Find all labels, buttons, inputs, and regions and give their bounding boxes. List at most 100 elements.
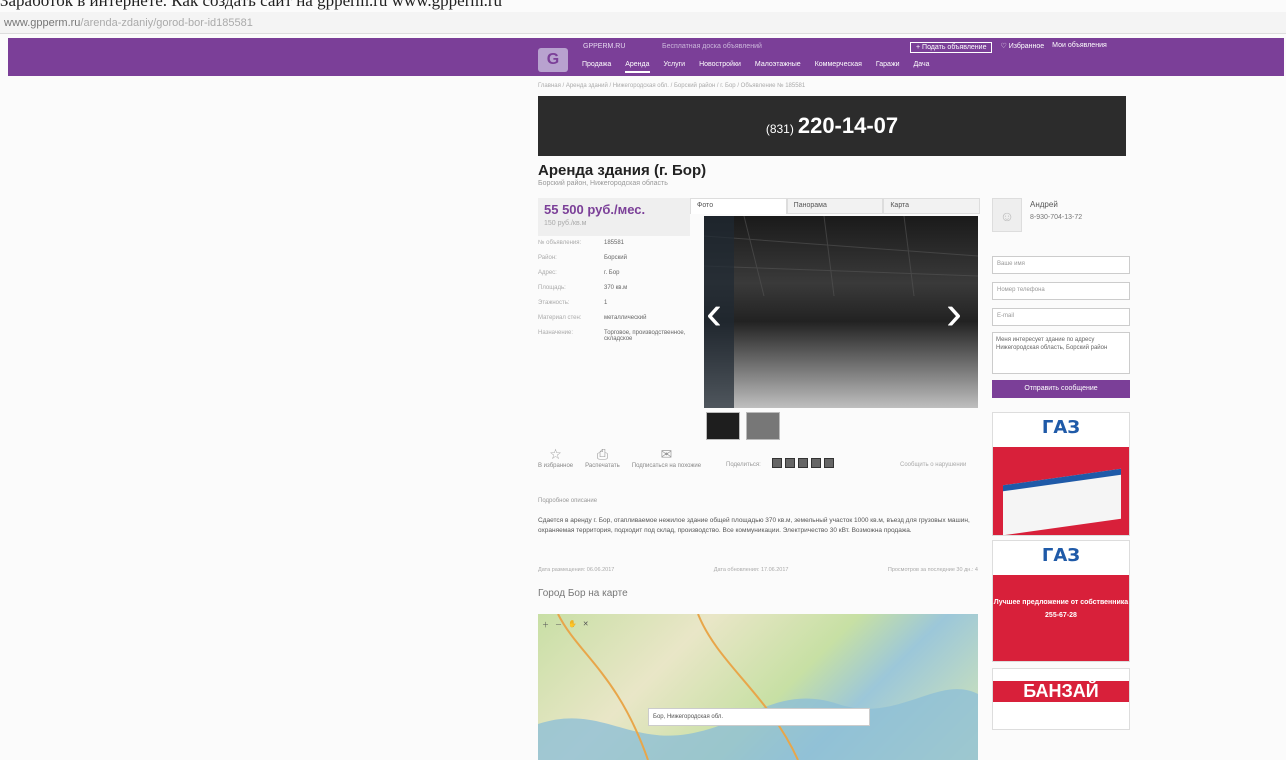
send-message-button[interactable]: Отправить сообщение [992, 380, 1130, 398]
brand-tagline: Бесплатная доска объявлений [662, 43, 762, 50]
spec-key: Назначение: [538, 330, 574, 336]
posted-date: Дата размещения: 06.06.2017 [538, 567, 615, 573]
menu-item[interactable]: Гаражи [876, 61, 900, 73]
photo-thumbnail[interactable] [706, 412, 740, 440]
zoom-out-icon[interactable]: － [555, 620, 562, 630]
spec-value: г. Бор [604, 270, 620, 276]
url-host: www.gpperm.ru [4, 17, 81, 29]
star-icon: ☆ [549, 446, 562, 462]
header-actions: + Подать объявление ♡ Избранное Мои объя… [910, 42, 1107, 53]
menu-item-active[interactable]: Аренда [625, 61, 650, 73]
contact-phone[interactable]: 8-930-704-13-72 [1030, 214, 1082, 221]
media-tabs: Фото Панорама Карта [690, 198, 981, 214]
main-menu: Продажа Аренда Услуги Новостройки Малоэт… [582, 61, 930, 73]
phone-field[interactable]: Номер телефона [992, 282, 1130, 300]
spec-value: 1 [604, 300, 608, 306]
phone-number: 220-14-07 [797, 113, 899, 138]
tab-photo[interactable]: Фото [690, 198, 787, 214]
map-view[interactable] [538, 614, 978, 760]
share-label: Поделиться: [726, 462, 761, 468]
envelope-icon: ✉ [660, 446, 673, 462]
spec-value: Торговое, производственное, складское [604, 330, 686, 342]
warehouse-photo-illustration [704, 216, 978, 408]
hand-icon[interactable]: ✋ [568, 620, 577, 630]
social-share-icon[interactable] [772, 458, 782, 468]
spec-key: Район: [538, 255, 557, 261]
gaz-logo: ГАЗ [1041, 417, 1081, 438]
gaz-banner-ad[interactable]: ГАЗ [992, 412, 1130, 536]
post-ad-button[interactable]: + Подать объявление [910, 42, 993, 53]
print-action[interactable]: ⎙ Распечатать [585, 446, 620, 469]
spec-list: № объявления: 185581 Район: Борский Адрес:… [538, 240, 688, 351]
subscribe-action[interactable]: ✉ Подписаться на похожие [632, 446, 701, 469]
brand-name: GPPERM.RU [583, 43, 626, 50]
map-illustration [538, 614, 978, 760]
tab-map[interactable]: Карта [883, 198, 981, 214]
phone-banner[interactable]: (831) 220-14-07 [538, 96, 1126, 156]
favorite-action[interactable]: ☆ В избранное [538, 446, 573, 469]
person-icon: ☺ [992, 198, 1022, 232]
site-logo[interactable]: G [538, 48, 568, 72]
menu-item[interactable]: Дача [914, 61, 930, 73]
photo-thumbnail[interactable] [746, 412, 780, 440]
menu-item[interactable]: Коммерческая [815, 61, 862, 73]
social-share-icon[interactable] [824, 458, 834, 468]
banzai-ad[interactable]: БАНЗАЙ [992, 668, 1130, 730]
close-icon[interactable]: ✕ [583, 620, 589, 630]
updated-date: Дата обновления: 17.06.2017 [713, 567, 789, 573]
menu-item[interactable]: Малоэтажные [755, 61, 801, 73]
my-ads-link[interactable]: Мои объявления [1052, 42, 1107, 53]
next-photo-icon[interactable]: › [946, 290, 962, 338]
menu-item[interactable]: Продажа [582, 61, 611, 73]
menu-item[interactable]: Услуги [664, 61, 686, 73]
description-heading: Подробное описание [538, 498, 598, 504]
spec-value: 185581 [604, 240, 625, 246]
spec-row: Район: Борский [538, 255, 688, 261]
price-per-sqm: 150 руб./кв.м [544, 220, 587, 227]
zoom-in-icon[interactable]: ＋ [542, 620, 549, 630]
spec-key: Этажность: [538, 300, 570, 306]
ad-offer-phone: 255-67-28 [1045, 612, 1077, 619]
ad-offer-text: Лучшее предложение от собственника [993, 599, 1129, 606]
spec-row: Адрес: г. Бор [538, 270, 688, 276]
banzai-logo: БАНЗАЙ [993, 681, 1129, 702]
listing-photo[interactable] [704, 216, 978, 408]
spec-value: металлический [604, 315, 647, 321]
email-field[interactable]: E-mail [992, 308, 1130, 326]
spec-row: Материал стен: металлический [538, 315, 688, 321]
spec-value: Борский [604, 255, 627, 261]
truck-graphic [1003, 468, 1121, 535]
gaz-offer-ad[interactable]: ГАЗ Лучшее предложение от собственника 2… [992, 540, 1130, 662]
listing-price: 55 500 руб./мес. [544, 202, 646, 217]
spec-key: Площадь: [538, 285, 566, 291]
ad-red-panel: Лучшее предложение от собственника 255-6… [993, 575, 1129, 661]
listing-actions: ☆ В избранное ⎙ Распечатать ✉ Подписаться н… [538, 446, 701, 469]
spec-row: Этажность: 1 [538, 300, 688, 306]
social-share-icon[interactable] [798, 458, 808, 468]
views-count: Просмотров за последние 30 дн.: 4 [887, 567, 978, 573]
ad-red-panel [993, 447, 1129, 535]
social-share-icon[interactable] [811, 458, 821, 468]
spec-key: Адрес: [538, 270, 557, 276]
name-field[interactable]: Ваше имя [992, 256, 1130, 274]
social-buttons [772, 458, 834, 468]
listing-location: Борский район, Нижегородская область [538, 180, 668, 187]
printer-icon: ⎙ [596, 446, 609, 462]
menu-item[interactable]: Новостройки [699, 61, 741, 73]
top-caption: Заработок в интернете. Как создать сайт … [0, 0, 502, 10]
message-field[interactable]: Меня интересует здание по адресу Нижегор… [992, 332, 1130, 374]
map-search-input[interactable]: Бор, Нижегородская обл. [648, 708, 870, 726]
address-bar[interactable]: www.gpperm.ru/arenda-zdaniy/gorod-bor-id… [0, 12, 1286, 34]
spec-row: № объявления: 185581 [538, 240, 688, 246]
spec-key: № объявления: [538, 240, 582, 246]
social-share-icon[interactable] [785, 458, 795, 468]
prev-photo-icon[interactable]: ‹ [706, 290, 722, 338]
breadcrumb[interactable]: Главная / Аренда зданий / Нижегородская … [538, 83, 805, 89]
gaz-logo: ГАЗ [1041, 545, 1081, 566]
favorites-link[interactable]: ♡ Избранное [1000, 42, 1044, 53]
tab-panorama[interactable]: Панорама [786, 198, 884, 214]
report-link[interactable]: Сообщить о нарушении [900, 462, 966, 468]
phone-code: (831) [765, 122, 794, 136]
spec-row: Площадь: 370 кв.м [538, 285, 688, 291]
description-text: Сдается в аренду г. Бор, отапливаемое не… [538, 517, 970, 534]
